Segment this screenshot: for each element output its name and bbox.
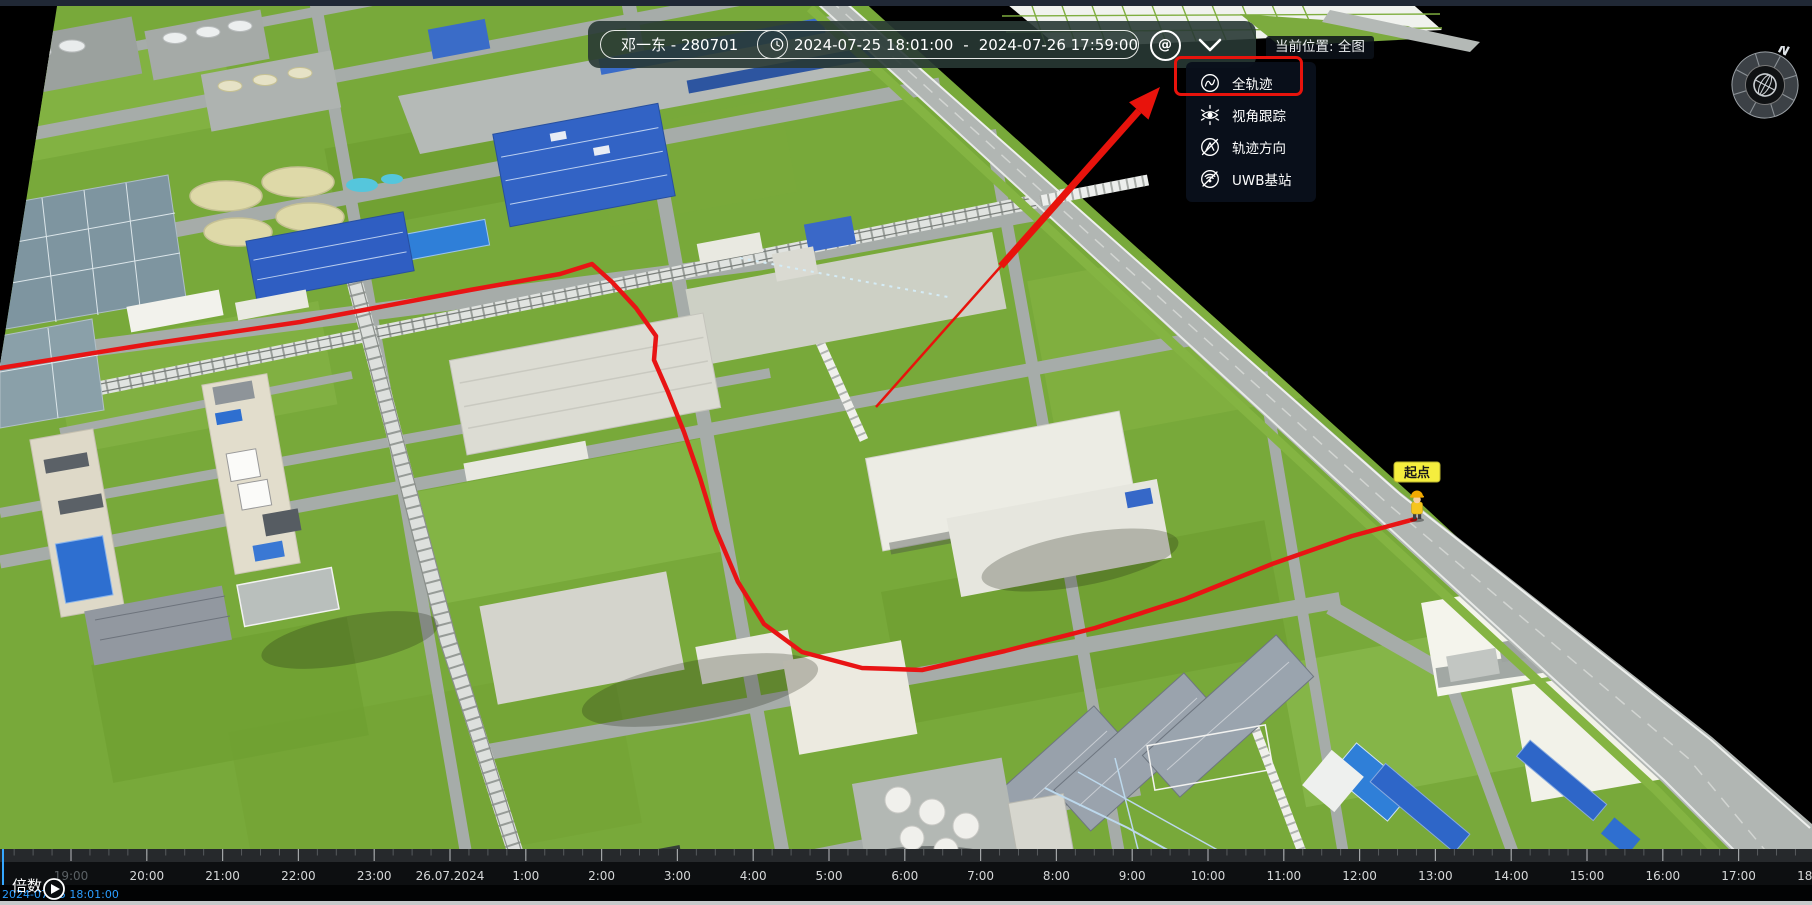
timeline-hour-label: 1:00 [512,869,539,883]
timeline-hour-label: 17:00 [1721,869,1756,883]
play-button[interactable] [44,879,64,899]
timeline-hour-label: 2:00 [588,869,615,883]
app-window: 起点 邓一东 - 280701 2024-07-25 18:01:00 - 20… [0,0,1812,905]
layers-dropdown-toggle[interactable] [1190,31,1230,59]
playback-toolbar: 邓一东 - 280701 2024-07-25 18:01:00 - 2024-… [588,21,1256,68]
current-location-badge: 当前位置: 全图 [1266,36,1374,59]
dropdown-item-label: 全轨迹 [1232,73,1273,93]
timeline-hour-label: 15:00 [1570,869,1605,883]
timeline-hour-label: 23:00 [357,869,392,883]
timeline-hour-label: 18:00 [1797,869,1812,883]
timeline-hour-label: 22:00 [281,869,316,883]
dropdown-item-label: UWB基站 [1232,169,1292,189]
timeline-hour-label: 12:00 [1342,869,1377,883]
timeline-hour-label: 7:00 [967,869,994,883]
map-3d-scene[interactable]: 起点 [0,0,1812,905]
timeline-hour-label: 3:00 [664,869,691,883]
timeline-hour-label: 5:00 [816,869,843,883]
chevron-down-icon [1196,37,1224,53]
time-start-value: 2024-07-25 18:01:00 [794,36,953,54]
full-trajectory-icon [1199,72,1221,94]
locate-button[interactable]: @ [1148,28,1182,62]
dropdown-menu: 全轨迹视角跟踪轨迹方向 UWB基站 [1186,62,1316,202]
start-label: 起点 [1394,462,1440,482]
svg-text:起点: 起点 [1403,465,1430,481]
dropdown-item-label: 视角跟踪 [1232,105,1286,125]
multiplier-label: 倍数 [12,877,42,895]
timeline-hour-label: 10:00 [1191,869,1226,883]
timeline-hour-label: 26.07.2024 [416,869,485,883]
timeline-hour-label: 6:00 [891,869,918,883]
timeline-hour-label: 20:00 [130,869,165,883]
person-selector-value: 邓一东 - 280701 [621,34,738,55]
dropdown-item-trajectory-direction[interactable]: 轨迹方向 [1186,131,1316,163]
trajectory-direction-icon [1199,136,1221,158]
timeline-hour-label: 21:00 [205,869,240,883]
timeline-hour-label: 11:00 [1267,869,1302,883]
timeline-bar[interactable]: 19:0020:0021:0022:0023:0026.07.20241:002… [0,849,1812,905]
dropdown-item-view-tracking[interactable]: 视角跟踪 [1186,99,1316,131]
view-tracking-icon [1199,104,1221,126]
compass[interactable]: N [1726,46,1804,124]
locate-icon: @ [1150,30,1181,61]
timeline-hour-label: 13:00 [1418,869,1453,883]
timeline-hour-label: 8:00 [1043,869,1070,883]
dropdown-item-label: 轨迹方向 [1232,137,1286,157]
time-end-value: 2024-07-26 17:59:00 [979,36,1138,54]
time-range-separator: - [963,36,968,54]
dropdown-item-full-trajectory[interactable]: 全轨迹 [1186,67,1316,99]
timeline-hour-label: 16:00 [1646,869,1681,883]
page-bottom-edge [0,901,1812,905]
uwb-station-icon [1199,168,1221,190]
timeline-hour-label: 14:00 [1494,869,1529,883]
timeline-hour-label: 9:00 [1119,869,1146,883]
timeline-hour-label: 4:00 [740,869,767,883]
dropdown-item-uwb-station[interactable]: UWB基站 [1186,163,1316,195]
time-range-picker[interactable]: 2024-07-25 18:01:00 - 2024-07-26 17:59:0… [757,30,1139,59]
clock-icon [770,36,784,53]
